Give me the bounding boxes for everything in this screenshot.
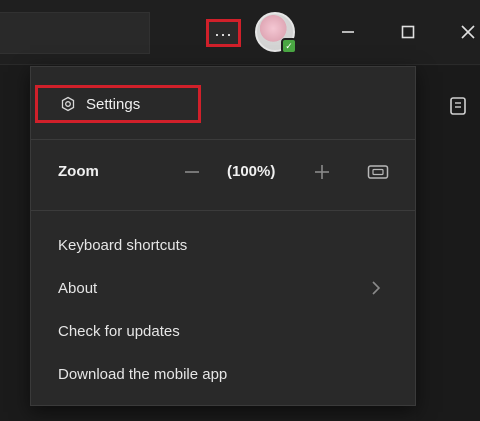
- presence-status-badge: ✓: [281, 38, 297, 54]
- minimize-icon: [342, 31, 354, 33]
- more-options-icon: ...: [214, 20, 233, 40]
- menu-item-label: Check for updates: [58, 322, 180, 340]
- more-options-button[interactable]: ...: [206, 19, 241, 47]
- minus-icon: [185, 171, 199, 173]
- gear-icon: [60, 96, 76, 112]
- zoom-out-button[interactable]: [179, 159, 205, 185]
- chevron-right-icon: [372, 281, 381, 295]
- avatar[interactable]: ✓: [255, 12, 297, 54]
- background-panel: [416, 66, 480, 421]
- maximize-button[interactable]: [388, 14, 428, 50]
- menu-item-about[interactable]: About: [31, 269, 415, 307]
- full-screen-button[interactable]: [365, 161, 391, 183]
- zoom-controls: Zoom (100%): [31, 153, 415, 193]
- search-input[interactable]: [0, 12, 150, 54]
- plus-icon: [315, 165, 329, 179]
- maximize-icon: [401, 25, 415, 39]
- menu-item-label: Download the mobile app: [58, 365, 228, 383]
- checkmark-icon: ✓: [285, 40, 293, 51]
- zoom-label: Zoom: [58, 163, 99, 180]
- menu-item-label: About: [58, 279, 98, 297]
- zoom-in-button[interactable]: [309, 159, 335, 185]
- menu-item-keyboard-shortcuts[interactable]: Keyboard shortcuts: [31, 226, 415, 264]
- menu-divider: [31, 139, 415, 140]
- more-options-menu: Settings Zoom (100%) Keyboard shortcuts …: [30, 66, 416, 406]
- menu-item-check-for-updates[interactable]: Check for updates: [31, 312, 415, 350]
- settings-menu-item[interactable]: Settings: [35, 85, 201, 123]
- settings-label: Settings: [86, 95, 141, 113]
- close-icon: [461, 25, 475, 39]
- full-screen-icon: [367, 165, 389, 179]
- title-bar: ... ✓: [0, 0, 480, 65]
- notes-icon[interactable]: [449, 96, 467, 116]
- menu-item-download-mobile-app[interactable]: Download the mobile app: [31, 355, 415, 393]
- zoom-level: (100%): [227, 163, 276, 180]
- teams-window: ... ✓ s: [0, 0, 480, 421]
- menu-item-label: Keyboard shortcuts: [58, 236, 188, 254]
- close-button[interactable]: [448, 14, 480, 50]
- menu-divider: [31, 210, 415, 211]
- minimize-button[interactable]: [328, 14, 368, 50]
